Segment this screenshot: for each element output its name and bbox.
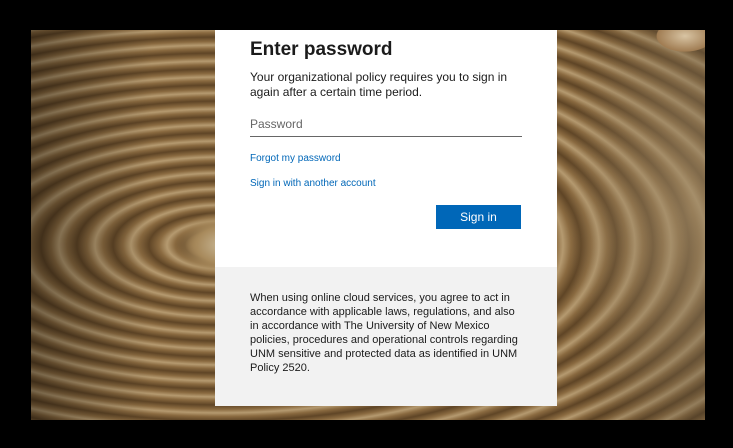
background-object [635,30,705,60]
card-main: Enter password Your organizational polic… [215,30,557,259]
policy-footer: When using online cloud services, you ag… [215,267,557,406]
button-row: Sign in [250,205,522,229]
forgot-password-link[interactable]: Forgot my password [250,153,522,164]
password-input[interactable] [250,114,522,137]
policy-description: Your organizational policy requires you … [250,70,508,99]
sign-in-another-account-link[interactable]: Sign in with another account [250,178,522,189]
page-title: Enter password [250,39,393,60]
sign-in-card: Enter password Your organizational polic… [215,30,557,406]
policy-notice: When using online cloud services, you ag… [250,292,518,374]
sign-in-button[interactable]: Sign in [436,205,521,229]
